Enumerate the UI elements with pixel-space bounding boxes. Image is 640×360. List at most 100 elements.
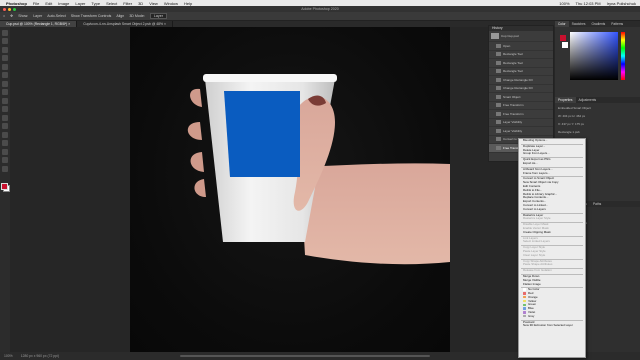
tool-icon[interactable] [2, 63, 8, 70]
menu-layer[interactable]: Layer [75, 1, 85, 6]
menu-item-label: No Color [528, 288, 540, 292]
tool-icon[interactable] [2, 29, 8, 36]
menu-view[interactable]: View [149, 1, 158, 6]
menu-bar-status-item: Thu 12:03 PM [575, 0, 601, 6]
panel-tab-adjustments[interactable]: Adjustments [576, 97, 600, 103]
menu-item-label: Disable Layer Mask [523, 223, 549, 227]
history-step[interactable]: Free Transform [489, 102, 553, 110]
option-item[interactable]: Show: [18, 14, 28, 18]
tool-icon[interactable] [2, 38, 8, 44]
color-panel-foreground-swatch[interactable] [560, 35, 566, 41]
history-step[interactable]: Layer Visibility [489, 119, 553, 127]
menu-item-label: Paste Shape Attributes [523, 263, 553, 267]
tool-icon[interactable] [2, 72, 8, 78]
color-picker-field[interactable] [570, 32, 618, 80]
layer-context-menu: Blending Options... Duplicate Layer... Del… [518, 138, 586, 358]
tool-icon[interactable] [2, 106, 8, 112]
history-step-icon [496, 52, 501, 57]
menu-separator [519, 175, 585, 177]
menu-separator [519, 156, 585, 158]
zoom-window-button[interactable] [13, 7, 16, 11]
panel-tab-color[interactable]: Color [555, 21, 569, 27]
horizontal-scrollbar[interactable] [180, 355, 430, 357]
menu-item-label: Link Layers [523, 236, 538, 240]
history-step[interactable]: Free Transform [489, 110, 553, 119]
menu-help[interactable]: Help [184, 1, 192, 6]
zoom-level[interactable]: 100% [4, 354, 13, 358]
tool-icon[interactable] [2, 89, 8, 95]
menu-item-label: Replace Contents... [523, 196, 549, 200]
menu-file[interactable]: File [33, 1, 39, 6]
panel-tab-gradients[interactable]: Gradients [588, 21, 608, 27]
foreground-color-swatch[interactable] [1, 183, 8, 190]
hue-slider[interactable] [621, 32, 625, 80]
history-step[interactable]: Layer Visibility [489, 127, 553, 136]
history-step[interactable]: Open [489, 42, 553, 51]
home-icon[interactable]: ⌂ [3, 14, 5, 18]
history-step-label: Free Transform [503, 111, 524, 116]
tool-icon[interactable] [2, 131, 8, 138]
menu-type[interactable]: Type [91, 1, 100, 6]
menu-window[interactable]: Window [164, 1, 178, 6]
panel-tab-patterns[interactable]: Patterns [608, 21, 626, 27]
panel-tab-properties[interactable]: Properties [555, 97, 576, 103]
tool-icon[interactable] [2, 114, 8, 121]
menu-item-label: Export As... [523, 161, 538, 165]
menu-separator [519, 166, 585, 168]
auto-select-dropdown[interactable]: Layer [149, 13, 167, 19]
history-step-label: Smart Object [503, 94, 521, 99]
close-window-button[interactable] [3, 7, 6, 11]
option-item[interactable]: Layer [33, 14, 42, 18]
property-row: X: 437 px Y: 175 px [558, 122, 584, 126]
option-item[interactable]: Auto-Select [47, 14, 66, 18]
option-item[interactable]: Show Transform Controls [71, 14, 112, 18]
tool-icon[interactable] [2, 148, 8, 155]
option-item[interactable]: Align [116, 14, 124, 18]
history-step-icon [496, 137, 501, 142]
panel-tab-swatches[interactable]: Swatches [569, 21, 589, 27]
tool-icon[interactable] [2, 165, 8, 172]
tool-icon[interactable] [2, 97, 8, 104]
history-step[interactable]: Rectangle Tool [489, 68, 553, 76]
label-color-icon [523, 311, 526, 314]
history-step[interactable]: Rectangle Tool [489, 59, 553, 68]
history-step[interactable]: Rectangle Tool [489, 51, 553, 59]
history-step-icon [496, 94, 501, 99]
tool-icon[interactable] [2, 140, 8, 146]
history-step[interactable]: Change Rectangle Fill [489, 85, 553, 93]
history-step[interactable]: Smart Object [489, 93, 553, 102]
tool-icon[interactable] [2, 46, 8, 53]
history-step-icon [496, 120, 501, 125]
menu-separator [519, 273, 585, 275]
history-step-icon [496, 69, 501, 74]
history-step-label: Rectangle Tool [503, 69, 523, 74]
history-step-label: Rectangle Tool [503, 60, 523, 65]
menu-item-label: Flatten Image [523, 282, 541, 286]
menu-filter[interactable]: Filter [123, 1, 132, 6]
app-menu[interactable]: Photoshop [6, 1, 27, 6]
color-panel-background-swatch[interactable] [562, 42, 568, 48]
history-step-label: Layer Visibility [503, 128, 523, 133]
menu-item-label: New Smart Object via Copy [523, 181, 559, 185]
panel-tab-paths[interactable]: Paths [590, 201, 604, 207]
menu-3d[interactable]: 3D [138, 1, 143, 6]
tool-icon[interactable] [2, 157, 8, 163]
minimize-window-button[interactable] [8, 7, 11, 11]
menu-select[interactable]: Select [106, 1, 117, 6]
menu-image[interactable]: Image [58, 1, 69, 6]
menu-separator [519, 143, 585, 145]
blue-rectangle-layer [224, 91, 300, 177]
history-snapshot[interactable]: Cup Cup.psd [489, 31, 553, 42]
move-tool-icon[interactable]: ✥ [10, 14, 13, 18]
tool-icon[interactable] [2, 123, 8, 129]
menu-item-label: Copy Layer Style [523, 246, 546, 250]
menu-item[interactable]: New 3D Extrusion from Selected Layer [519, 324, 585, 328]
menu-edit[interactable]: Edit [45, 1, 52, 6]
history-step[interactable]: Change Rectangle Fill [489, 76, 553, 85]
document-canvas[interactable] [130, 27, 450, 352]
tool-icon[interactable] [2, 55, 8, 61]
document-info[interactable]: 1280 px x 960 px (72 ppi) [21, 354, 59, 358]
menu-item-label: Frame from Layers... [523, 171, 550, 175]
tool-icon[interactable] [2, 80, 8, 87]
option-item[interactable]: 3D Mode: [129, 14, 145, 18]
